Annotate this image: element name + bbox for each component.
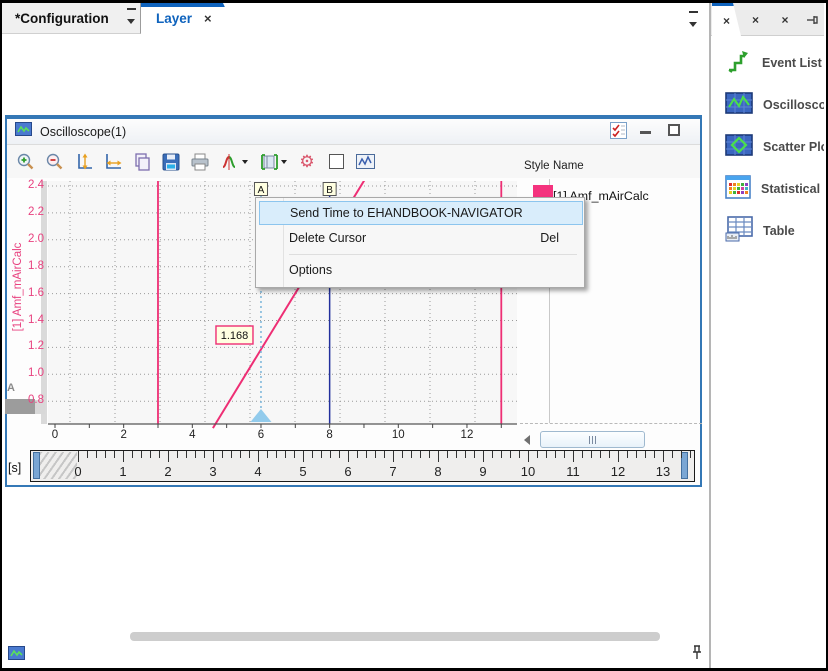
svg-text:B: B	[326, 185, 333, 196]
application-window: *Configuration Layer × Oscilloscope(1)	[0, 0, 828, 671]
zoom-out-icon[interactable]	[44, 151, 66, 173]
main-horizontal-scrollbar[interactable]	[130, 632, 660, 641]
table-icon	[725, 216, 753, 247]
menu-item-delete-cursor[interactable]: Delete Cursor Del	[259, 226, 583, 250]
legend-bottom-dash	[520, 423, 702, 424]
oscilloscope-titlebar[interactable]: Oscilloscope(1)	[7, 119, 700, 145]
oscilloscope-icon	[725, 92, 753, 119]
tabbar-overflow-icon[interactable]	[689, 11, 698, 32]
ruler-right-handle[interactable]	[681, 452, 688, 479]
menu-item-options[interactable]: Options	[259, 258, 583, 282]
sidebar-item-statistical-data[interactable]: Statistical Data	[725, 175, 824, 203]
tab-configuration-label: *Configuration	[15, 11, 109, 26]
oscilloscope-view-icon[interactable]	[354, 151, 376, 173]
statistical-data-icon	[725, 175, 751, 204]
window-maximize-button[interactable]	[666, 122, 682, 138]
ruler-left-handle[interactable]	[33, 452, 40, 479]
svg-text:A: A	[258, 185, 265, 196]
fit-vertical-icon[interactable]	[73, 151, 95, 173]
sidebar-pin-icon[interactable]	[803, 3, 823, 36]
legend-scrollbar-thumb[interactable]	[540, 431, 645, 448]
sidebar-tab-strip: × × ×	[711, 3, 824, 36]
oscilloscope-toolbar: ⚙	[7, 145, 700, 178]
fit-horizontal-icon[interactable]	[102, 151, 124, 173]
context-menu-separator	[289, 254, 577, 255]
print-icon[interactable]	[189, 151, 211, 173]
sidebar-item-table[interactable]: Table	[725, 217, 824, 245]
sidebar-item-event-list[interactable]: Event List	[725, 49, 824, 77]
menu-item-send-time[interactable]: Send Time to EHANDBOOK-NAVIGATOR	[259, 201, 583, 225]
minimized-oscilloscope-icon[interactable]	[8, 646, 25, 665]
right-sidebar: × × × Event List Oscilloscope	[711, 3, 824, 668]
event-list-icon	[725, 47, 752, 79]
legend-style-swatch[interactable]	[533, 185, 553, 197]
sidebar-item-oscilloscope[interactable]: Oscilloscope	[725, 91, 824, 119]
y-axis-cursor-marker: A	[7, 382, 15, 394]
svg-text:1.168: 1.168	[221, 330, 249, 342]
save-icon[interactable]	[160, 151, 182, 173]
legend-name-header: Name	[553, 160, 584, 172]
blank-box-icon[interactable]	[325, 151, 347, 173]
tab-layer-label: Layer	[156, 11, 192, 26]
legend-scroll-left-icon[interactable]	[524, 435, 530, 445]
sidebar-item-scatter-plot[interactable]: Scatter Plot	[725, 133, 824, 161]
signal-style-dropdown-icon[interactable]	[218, 151, 250, 173]
copy-icon[interactable]	[131, 151, 153, 173]
oscilloscope-title-icon	[15, 122, 32, 141]
menu-shortcut-del: Del	[540, 231, 559, 245]
tab-layer-close-icon[interactable]: ×	[204, 11, 212, 26]
legend-style-header: Style	[524, 160, 550, 172]
sidebar-tab-2[interactable]: ×	[741, 3, 770, 36]
auto-hide-pin-icon[interactable]	[691, 644, 703, 665]
context-menu: Send Time to EHANDBOOK-NAVIGATOR Delete …	[255, 197, 585, 288]
window-minimize-button[interactable]	[637, 125, 653, 139]
time-ruler[interactable]: 012345678910111213	[30, 450, 695, 482]
scatter-plot-icon	[725, 134, 753, 161]
sidebar-tab-1[interactable]: ×	[712, 3, 741, 36]
settings-gear-icon[interactable]: ⚙	[296, 151, 318, 173]
tab-configuration-dropdown-icon[interactable]	[127, 8, 136, 29]
zoom-in-icon[interactable]	[15, 151, 37, 173]
layout-columns-dropdown-icon[interactable]	[257, 151, 289, 173]
time-ruler-unit-label: [s]	[8, 461, 21, 475]
window-checklist-button[interactable]	[609, 121, 627, 139]
sidebar-close-icon[interactable]: ×	[773, 3, 797, 36]
tab-layer[interactable]: Layer ×	[141, 3, 237, 34]
tab-configuration[interactable]: *Configuration	[2, 3, 141, 34]
window-title: Oscilloscope(1)	[40, 125, 126, 139]
